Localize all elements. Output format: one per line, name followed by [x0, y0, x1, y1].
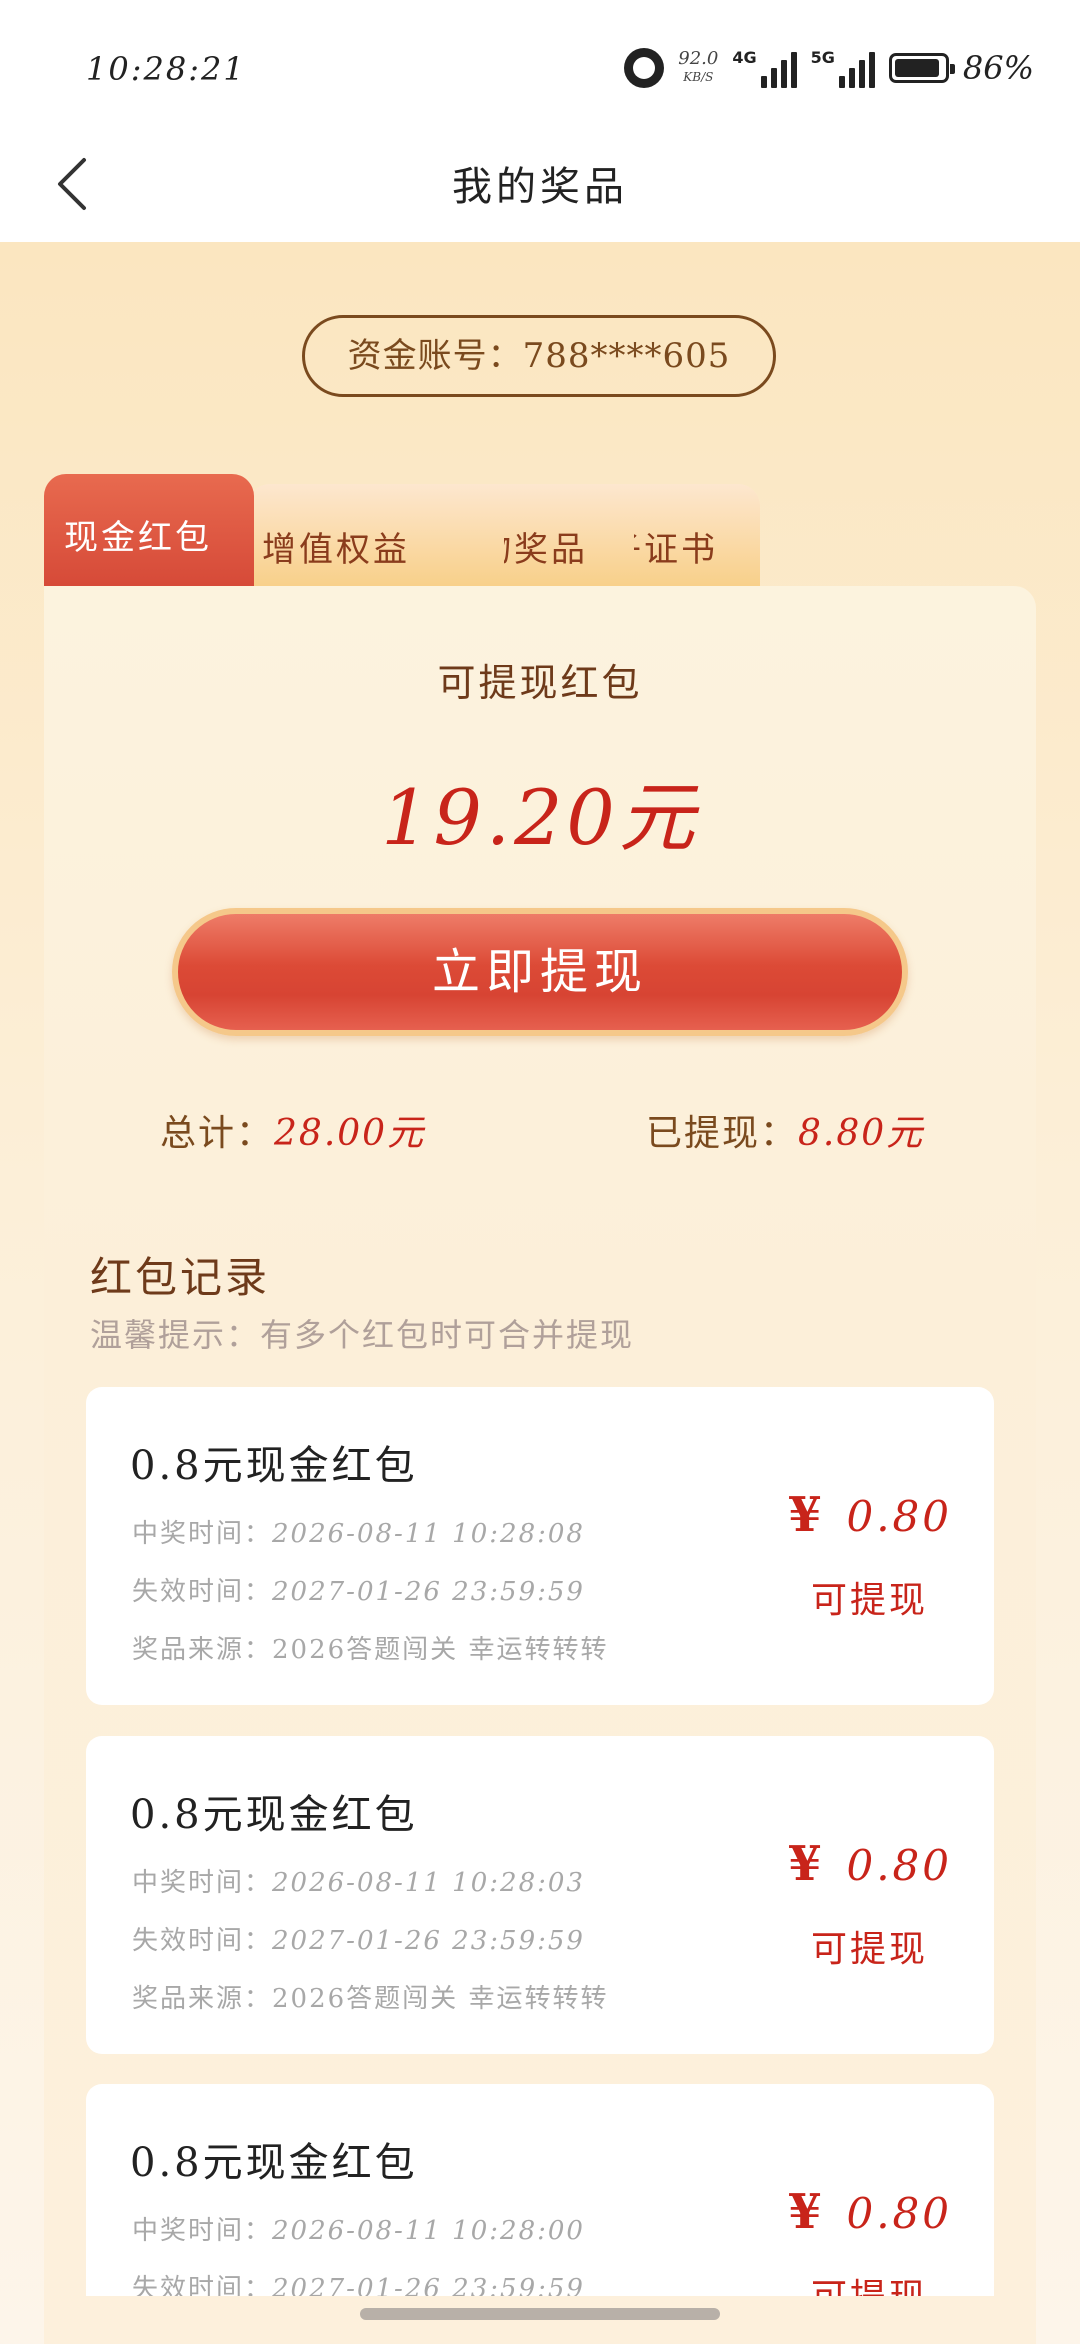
- battery-percent: 86%: [962, 49, 1034, 87]
- signal-4g-label: 4G: [732, 48, 757, 67]
- record-win-time: 中奖时间：2026-08-11 10:28:08: [132, 1519, 585, 1549]
- status-icons: 92.0 KB/S 4G 5G 86%: [624, 44, 1034, 92]
- app-header: 我的奖品: [0, 130, 1080, 242]
- record-status: 可提现: [810, 1929, 928, 1970]
- list-item[interactable]: 0.8元现金红包 中奖时间：2026-08-11 10:28:00 失效时间：2…: [86, 2084, 994, 2296]
- tab-cash-red-packet[interactable]: 现金红包: [44, 474, 254, 586]
- list-item[interactable]: 0.8元现金红包 中奖时间：2026-08-11 10:28:03 失效时间：2…: [86, 1736, 994, 2054]
- network-speed: 92.0 KB/S: [678, 50, 718, 86]
- record-expire-time: 失效时间：2027-01-26 23:59:59: [132, 1577, 585, 1607]
- record-win-time: 中奖时间：2026-08-11 10:28:03: [132, 1868, 585, 1898]
- records-hint: 温馨提示：有多个红包时可合并提现: [90, 1316, 635, 1354]
- record-title: 0.8元现金红包: [130, 2140, 418, 2186]
- withdrawable-label: 可提现红包: [437, 661, 643, 705]
- prize-tabs: 电子证书 实物奖品 增值权益 现金红包: [44, 474, 844, 586]
- network-speed-value: 92.0: [678, 48, 719, 69]
- record-amount: ¥0.80: [788, 1487, 952, 1543]
- total-value: 28.00元: [274, 1113, 426, 1154]
- record-source: 奖品来源：2026答题闯关 幸运转转转: [132, 1984, 609, 2014]
- withdrawn-value: 8.80元: [798, 1113, 925, 1154]
- record-status: 可提现: [811, 2268, 928, 2296]
- yen-icon: ¥: [788, 2184, 825, 2240]
- withdrawn-label: 已提现：: [646, 1113, 799, 1154]
- withdrawable-amount: 19.20元: [381, 773, 699, 862]
- signal-5g-icon: 5G: [811, 48, 875, 88]
- record-title: 0.8元现金红包: [130, 1792, 418, 1838]
- status-time: 10:28:21: [86, 50, 246, 88]
- record-amount: ¥0.80: [788, 2184, 952, 2240]
- battery-icon: [888, 53, 955, 83]
- record-expire-time: 失效时间：2027-01-26 23:59:59: [132, 2274, 585, 2296]
- list-item[interactable]: 0.8元现金红包 中奖时间：2026-08-11 10:28:08 失效时间：2…: [86, 1387, 994, 1705]
- record-win-time: 中奖时间：2026-08-11 10:28:00: [132, 2216, 585, 2246]
- record-expire-time: 失效时间：2027-01-26 23:59:59: [132, 1926, 585, 1956]
- tab-value-added[interactable]: 增值权益: [248, 484, 504, 586]
- record-title: 0.8元现金红包: [130, 1443, 418, 1489]
- yen-icon: ¥: [788, 1836, 825, 1892]
- records-title: 红包记录: [90, 1253, 271, 1302]
- home-indicator[interactable]: [360, 2308, 720, 2320]
- signal-4g-icon: 4G: [732, 48, 797, 88]
- status-bar: 10:28:21 92.0 KB/S 4G 5G 86%: [0, 0, 1080, 130]
- page-title: 我的奖品: [452, 164, 628, 210]
- fund-account-badge: 资金账号：788****605: [302, 315, 776, 397]
- total-label: 总计：: [160, 1113, 275, 1154]
- alarm-icon: [624, 48, 665, 88]
- record-status: 可提现: [810, 1580, 928, 1621]
- total-stat: 总计：28.00元: [160, 1104, 425, 1156]
- signal-5g-label: 5G: [810, 48, 835, 67]
- network-speed-unit: KB/S: [683, 70, 714, 84]
- record-source: 奖品来源：2026答题闯关 幸运转转转: [132, 1635, 609, 1665]
- yen-icon: ¥: [788, 1487, 825, 1543]
- record-amount: ¥0.80: [788, 1836, 952, 1892]
- withdrawn-stat: 已提现：8.80元: [646, 1104, 924, 1156]
- withdraw-button[interactable]: 立即提现: [172, 908, 908, 1036]
